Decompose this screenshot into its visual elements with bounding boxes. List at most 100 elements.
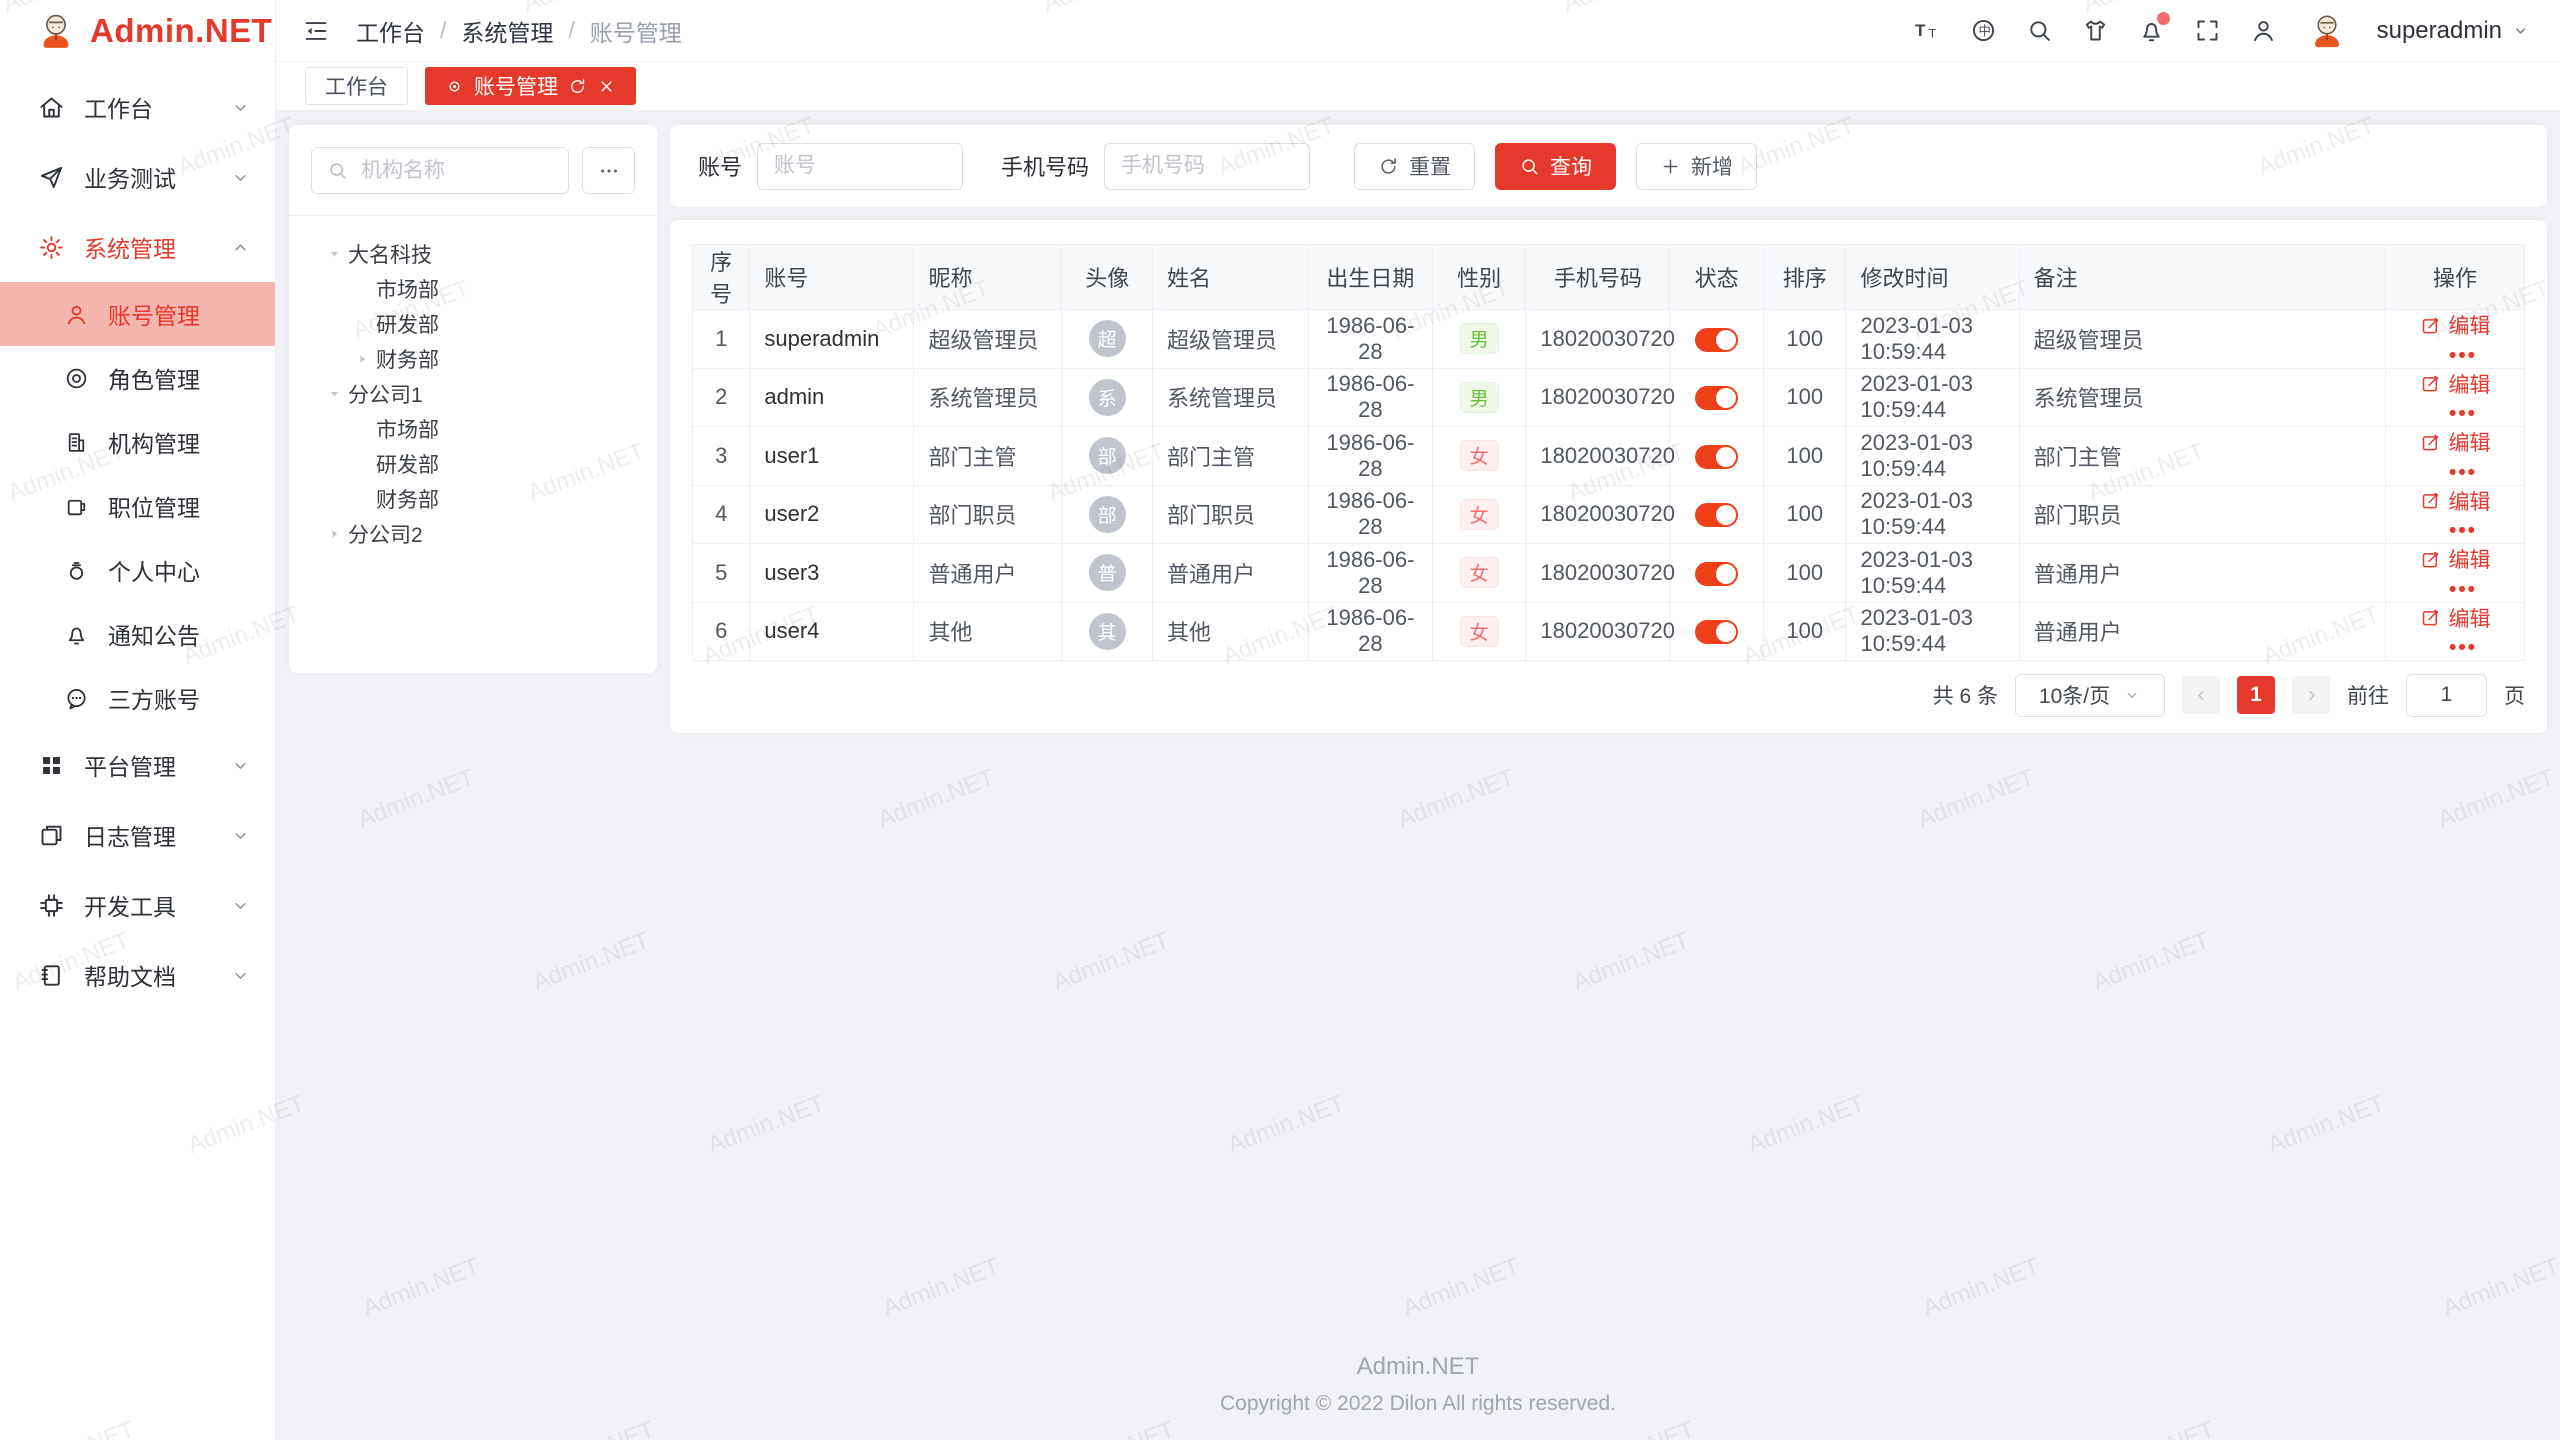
profile-icon bbox=[64, 558, 89, 583]
fullscreen-icon[interactable] bbox=[2194, 17, 2221, 44]
chip-icon bbox=[38, 892, 65, 919]
status-toggle[interactable] bbox=[1695, 503, 1738, 527]
tree-node[interactable]: 财务部 bbox=[311, 481, 635, 516]
search-icon[interactable] bbox=[2026, 17, 2053, 44]
cell-ops: 编辑 ••• bbox=[2386, 602, 2525, 661]
bell-icon[interactable] bbox=[2138, 17, 2165, 44]
row-more-button[interactable]: ••• bbox=[2449, 578, 2477, 601]
tab-account-management[interactable]: 账号管理 bbox=[425, 67, 636, 105]
sidebar-item[interactable]: 工作台 bbox=[0, 72, 275, 142]
column-header: 手机号码 bbox=[1526, 245, 1670, 310]
cell-nickname: 超级管理员 bbox=[914, 310, 1062, 369]
edit-button[interactable]: 编辑 bbox=[2420, 369, 2491, 399]
org-search-input[interactable] bbox=[359, 158, 553, 184]
gear-icon bbox=[38, 234, 65, 261]
language-icon[interactable]: 中 bbox=[1970, 17, 1997, 44]
close-tab-icon[interactable] bbox=[597, 77, 616, 96]
search-button[interactable]: 查询 bbox=[1495, 143, 1616, 190]
user-menu[interactable]: superadmin bbox=[2377, 17, 2530, 45]
svg-text:T: T bbox=[1915, 21, 1926, 40]
account-input[interactable] bbox=[757, 143, 963, 190]
cell-status bbox=[1670, 427, 1764, 486]
building-icon bbox=[64, 430, 89, 455]
tree-node[interactable]: 研发部 bbox=[311, 446, 635, 481]
sidebar-item[interactable]: 系统管理 bbox=[0, 212, 275, 282]
brand-mascot-icon bbox=[34, 9, 78, 53]
collapse-sidebar-icon[interactable] bbox=[302, 17, 330, 45]
edit-button[interactable]: 编辑 bbox=[2420, 603, 2491, 633]
sidebar-subitem[interactable]: 账号管理 bbox=[0, 282, 275, 346]
reset-button[interactable]: 重置 bbox=[1354, 143, 1475, 190]
row-more-button[interactable]: ••• bbox=[2449, 636, 2477, 659]
breadcrumb-item[interactable]: 工作台 bbox=[356, 14, 425, 48]
status-toggle[interactable] bbox=[1695, 620, 1738, 644]
breadcrumb-item[interactable]: 系统管理 bbox=[461, 14, 553, 48]
add-button[interactable]: 新增 bbox=[1636, 143, 1757, 190]
sidebar-subitem[interactable]: 三方账号 bbox=[0, 666, 275, 730]
table-row: 3user1部门主管部部门主管1986-06-28女18020030720100… bbox=[693, 427, 2525, 486]
row-more-button[interactable]: ••• bbox=[2449, 461, 2477, 484]
cell-order: 100 bbox=[1763, 427, 1846, 486]
sidebar-subitem-label: 个人中心 bbox=[108, 553, 200, 587]
status-toggle[interactable] bbox=[1695, 562, 1738, 586]
row-more-button[interactable]: ••• bbox=[2449, 519, 2477, 542]
breadcrumb: 工作台 / 系统管理 / 账号管理 bbox=[356, 14, 682, 48]
caret-down-icon[interactable] bbox=[321, 246, 348, 262]
caret-down-icon[interactable] bbox=[321, 386, 348, 402]
caret-right-icon[interactable] bbox=[321, 526, 348, 542]
sidebar-item[interactable]: 帮助文档 bbox=[0, 940, 275, 1010]
tab-workbench[interactable]: 工作台 bbox=[305, 67, 408, 105]
tree-node[interactable]: 财务部 bbox=[311, 341, 635, 376]
tree-node[interactable]: 研发部 bbox=[311, 306, 635, 341]
org-tree-panel: 大名科技市场部研发部财务部分公司1市场部研发部财务部分公司2 bbox=[289, 125, 657, 673]
font-size-icon[interactable]: TT bbox=[1914, 17, 1941, 44]
sidebar-subitem[interactable]: 个人中心 bbox=[0, 538, 275, 602]
cell-phone: 18020030720 bbox=[1526, 485, 1670, 544]
refresh-tab-icon[interactable] bbox=[568, 77, 587, 96]
breadcrumb-current: 账号管理 bbox=[590, 14, 682, 48]
edit-button[interactable]: 编辑 bbox=[2420, 310, 2491, 340]
theme-icon[interactable] bbox=[2082, 17, 2109, 44]
column-header: 备注 bbox=[2019, 245, 2385, 310]
notification-badge bbox=[2157, 12, 2170, 25]
status-toggle[interactable] bbox=[1695, 445, 1738, 469]
accounts-table-card: 序号账号昵称头像姓名出生日期性别手机号码状态排序修改时间备注操作 1supera… bbox=[670, 220, 2547, 733]
edit-button[interactable]: 编辑 bbox=[2420, 427, 2491, 457]
edit-button[interactable]: 编辑 bbox=[2420, 486, 2491, 516]
edit-button[interactable]: 编辑 bbox=[2420, 544, 2491, 574]
caret-right-icon[interactable] bbox=[349, 351, 376, 367]
tree-node[interactable]: 市场部 bbox=[311, 271, 635, 306]
sidebar-item[interactable]: 日志管理 bbox=[0, 800, 275, 870]
tree-node[interactable]: 大名科技 bbox=[311, 236, 635, 271]
avatar[interactable] bbox=[2306, 10, 2348, 52]
status-toggle[interactable] bbox=[1695, 328, 1738, 352]
tree-node[interactable]: 市场部 bbox=[311, 411, 635, 446]
tree-node[interactable]: 分公司1 bbox=[311, 376, 635, 411]
current-page-button[interactable]: 1 bbox=[2237, 676, 2275, 714]
sidebar-subitem[interactable]: 通知公告 bbox=[0, 602, 275, 666]
footer: Admin.NET Copyright © 2022 Dilon All rig… bbox=[289, 1335, 2547, 1440]
sidebar-subitem[interactable]: 机构管理 bbox=[0, 410, 275, 474]
tree-node[interactable]: 分公司2 bbox=[311, 516, 635, 551]
cell-phone: 18020030720 bbox=[1526, 368, 1670, 427]
goto-page-input[interactable] bbox=[2406, 674, 2487, 717]
cell-index: 3 bbox=[693, 427, 750, 486]
sidebar-item[interactable]: 开发工具 bbox=[0, 870, 275, 940]
user-icon[interactable] bbox=[2250, 17, 2277, 44]
prev-page-button[interactable] bbox=[2182, 676, 2220, 714]
page-size-select[interactable]: 10条/页 bbox=[2015, 674, 2165, 717]
logo[interactable]: Admin.NET bbox=[0, 0, 275, 62]
status-toggle[interactable] bbox=[1695, 386, 1738, 410]
sidebar-subitem-label: 三方账号 bbox=[108, 681, 200, 715]
sidebar-item[interactable]: 业务测试 bbox=[0, 142, 275, 212]
breadcrumb-separator: / bbox=[568, 17, 574, 44]
phone-input[interactable] bbox=[1104, 143, 1310, 190]
sidebar-item[interactable]: 平台管理 bbox=[0, 730, 275, 800]
tree-more-button[interactable] bbox=[582, 147, 635, 194]
row-more-button[interactable]: ••• bbox=[2449, 402, 2477, 425]
row-more-button[interactable]: ••• bbox=[2449, 344, 2477, 367]
next-page-button[interactable] bbox=[2292, 676, 2330, 714]
goto-label: 前往 bbox=[2347, 680, 2389, 710]
sidebar-subitem[interactable]: 角色管理 bbox=[0, 346, 275, 410]
sidebar-subitem[interactable]: 职位管理 bbox=[0, 474, 275, 538]
